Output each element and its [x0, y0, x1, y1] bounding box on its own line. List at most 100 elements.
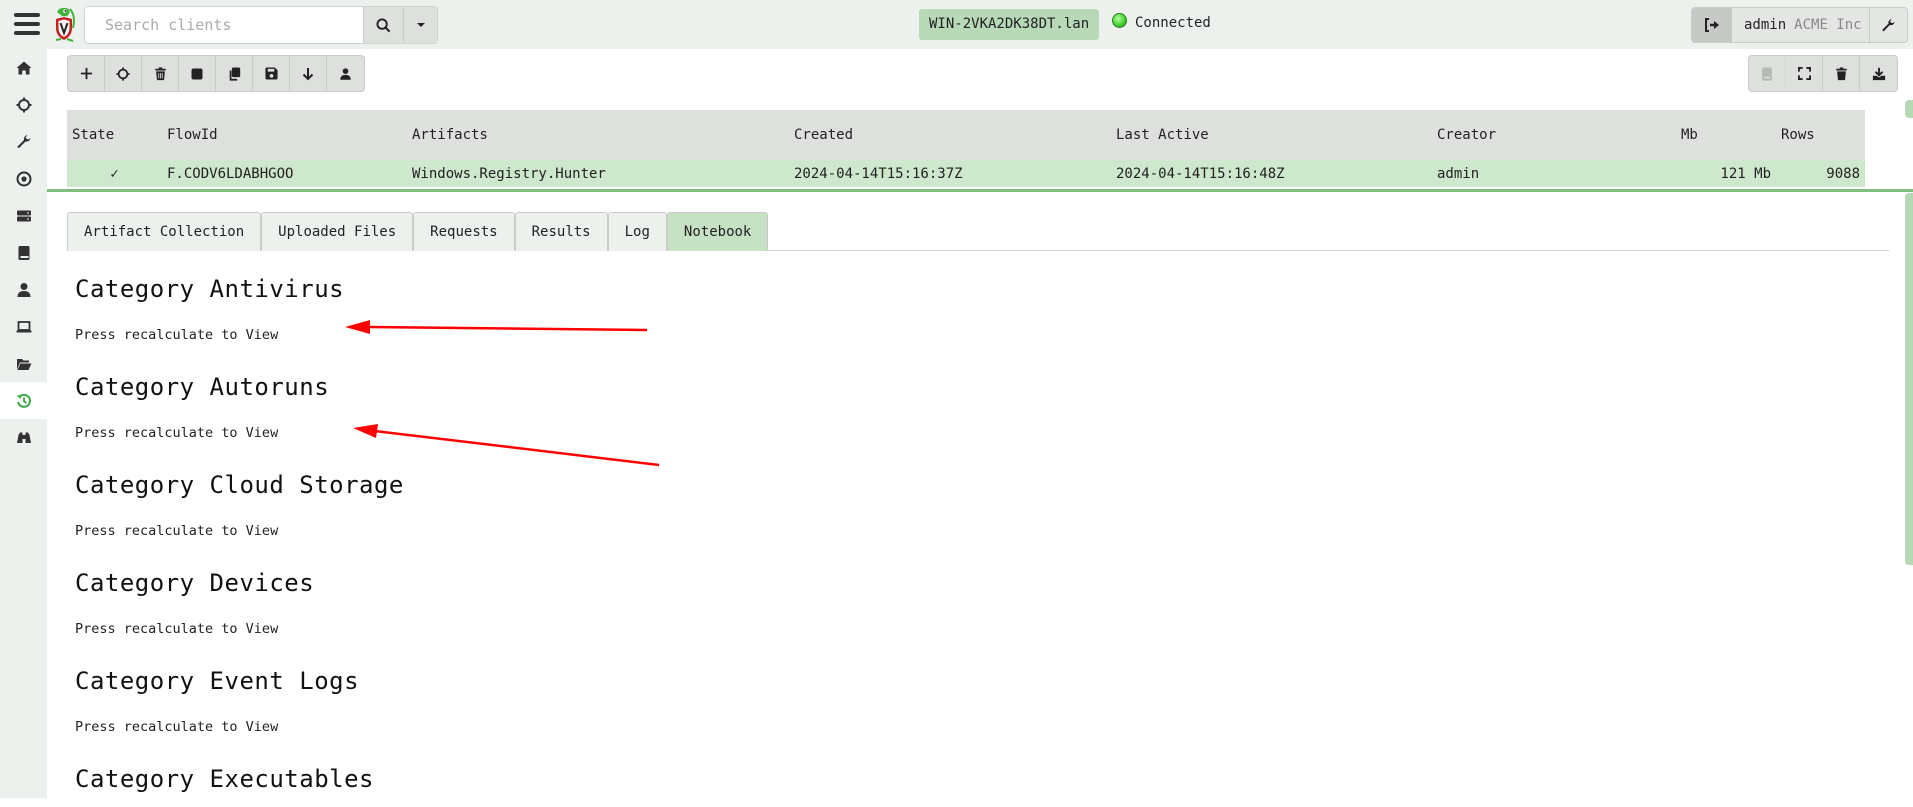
trash-icon — [1835, 66, 1847, 80]
sidebar-item-notebooks[interactable] — [0, 234, 47, 271]
flow-detail-tabs: Artifact Collection Uploaded Files Reque… — [67, 212, 1889, 251]
add-to-notebook-button[interactable] — [327, 56, 364, 91]
export-button[interactable] — [290, 56, 327, 91]
connection-status-text: Connected — [1135, 15, 1211, 31]
save-icon — [264, 67, 278, 80]
sidebar-item-server-artifacts[interactable] — [0, 197, 47, 234]
cell-heading: Category Cloud Storage — [75, 471, 404, 499]
hunt-collection-button[interactable] — [105, 56, 142, 91]
sign-out-icon — [1705, 18, 1719, 32]
notebook-icon — [1762, 66, 1772, 81]
cell-body: Press recalculate to View — [75, 719, 279, 735]
column-header-creator[interactable]: Creator — [1432, 110, 1676, 160]
sidebar-item-view-artifacts[interactable] — [0, 160, 47, 197]
client-search — [84, 6, 438, 44]
flow-state-icon: ✓ — [67, 160, 162, 187]
server-icon — [16, 210, 31, 221]
connection-status-icon — [1112, 13, 1127, 28]
cancel-collection-button[interactable] — [179, 56, 216, 91]
column-header-artifacts[interactable]: Artifacts — [407, 110, 789, 160]
download-arrow-icon — [302, 67, 314, 80]
notebook-cell[interactable]: Category Executables — [75, 765, 1775, 807]
download-notebook-button[interactable] — [1860, 56, 1897, 91]
tab-notebook[interactable]: Notebook — [666, 212, 769, 251]
binoculars-icon — [16, 432, 31, 443]
delete-collection-button[interactable] — [142, 56, 179, 91]
tab-uploaded-files[interactable]: Uploaded Files — [261, 212, 414, 251]
sidebar-item-vfs[interactable] — [0, 345, 47, 382]
search-button[interactable] — [363, 7, 403, 43]
scrollbar[interactable] — [1905, 100, 1913, 798]
cell-heading: Category Antivirus — [75, 275, 345, 303]
sidebar-item-server-events[interactable] — [0, 123, 47, 160]
logout-button[interactable] — [1692, 8, 1732, 42]
user-settings-button[interactable] — [1869, 8, 1907, 42]
notebook-button[interactable] — [1749, 56, 1786, 91]
flow-created: 2024-04-14T15:16:37Z — [789, 160, 1111, 187]
stop-icon — [191, 68, 203, 79]
user-menu: admin ACME Inc — [1691, 7, 1908, 43]
column-header-flowid[interactable]: FlowId — [162, 110, 407, 160]
notebook-cell[interactable]: Category Devices Press recalculate to Vi… — [75, 569, 1775, 667]
home-icon — [16, 61, 31, 74]
column-header-created[interactable]: Created — [789, 110, 1111, 160]
velociraptor-logo[interactable] — [51, 6, 77, 44]
trash-icon — [154, 66, 166, 80]
user-icon — [340, 67, 351, 80]
notebook-content: Category Antivirus Press recalculate to … — [75, 275, 1775, 807]
cell-heading: Category Devices — [75, 569, 315, 597]
flow-last-active: 2024-04-14T15:16:48Z — [1111, 160, 1432, 187]
sidebar-item-hunt[interactable] — [0, 419, 47, 456]
table-row[interactable]: ✓ F.CODV6LDABHGOO Windows.Registry.Hunte… — [67, 160, 1865, 187]
pane-splitter[interactable] — [47, 189, 1913, 192]
sidebar-item-users[interactable] — [0, 271, 47, 308]
download-icon — [1872, 67, 1885, 80]
column-header-last-active[interactable]: Last Active — [1111, 110, 1432, 160]
hamburger-icon[interactable] — [14, 13, 40, 37]
tab-artifact-collection[interactable]: Artifact Collection — [67, 212, 262, 251]
sidebar-item-collected-artifacts[interactable] — [0, 382, 47, 419]
flow-rows: 9088 — [1776, 160, 1865, 187]
cell-body: Press recalculate to View — [75, 327, 279, 343]
sidebar-item-hunt-manager[interactable] — [0, 86, 47, 123]
delete-notebook-button[interactable] — [1823, 56, 1860, 91]
column-header-rows[interactable]: Rows — [1776, 110, 1865, 160]
tab-log[interactable]: Log — [607, 212, 667, 251]
sidebar-item-clients[interactable] — [0, 308, 47, 345]
top-bar: WIN-2VKA2DK38DT.lan Connected admin ACME… — [0, 0, 1913, 49]
folder-open-icon — [16, 358, 31, 370]
notebook-cell[interactable]: Category Antivirus Press recalculate to … — [75, 275, 1775, 373]
expand-icon — [1797, 67, 1811, 80]
flow-artifacts: Windows.Registry.Hunter — [407, 160, 789, 187]
notebook-cell[interactable]: Category Cloud Storage Press recalculate… — [75, 471, 1775, 569]
client-hostname-badge[interactable]: WIN-2VKA2DK38DT.lan — [919, 9, 1100, 40]
cell-body: Press recalculate to View — [75, 523, 279, 539]
table-scrollbar-thumb[interactable] — [1905, 100, 1913, 118]
search-options-dropdown[interactable] — [403, 7, 437, 43]
username: admin — [1744, 17, 1787, 33]
notebook-cell[interactable]: Category Autoruns Press recalculate to V… — [75, 373, 1775, 471]
cell-body: Press recalculate to View — [75, 621, 279, 637]
column-header-state[interactable]: State — [67, 110, 162, 160]
tab-results[interactable]: Results — [514, 212, 608, 251]
cell-body: Press recalculate to View — [75, 425, 279, 441]
history-icon — [16, 393, 31, 408]
fullscreen-button[interactable] — [1786, 56, 1823, 91]
tab-requests[interactable]: Requests — [413, 212, 515, 251]
search-icon — [376, 17, 391, 32]
book-icon — [18, 245, 29, 260]
notebook-toolbar — [1748, 55, 1898, 92]
copy-collection-button[interactable] — [216, 56, 253, 91]
save-collection-button[interactable] — [253, 56, 290, 91]
wrench-icon — [1882, 18, 1895, 31]
laptop-icon — [16, 320, 31, 332]
cell-heading: Category Event Logs — [75, 667, 360, 695]
notebook-scrollbar-thumb[interactable] — [1905, 193, 1913, 565]
plus-icon — [80, 67, 92, 80]
user-info[interactable]: admin ACME Inc — [1732, 8, 1869, 42]
search-input[interactable] — [85, 7, 363, 43]
notebook-cell[interactable]: Category Event Logs Press recalculate to… — [75, 667, 1775, 765]
new-collection-button[interactable] — [68, 56, 105, 91]
sidebar-item-home[interactable] — [0, 49, 47, 86]
column-header-mb[interactable]: Mb — [1676, 110, 1776, 160]
